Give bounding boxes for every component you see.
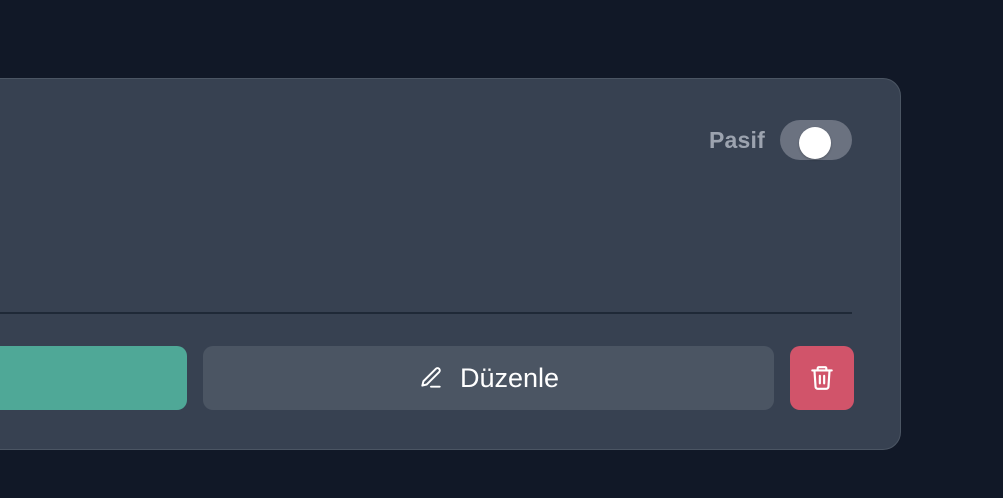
divider (0, 312, 852, 314)
edit-button-label: Düzenle (459, 362, 560, 393)
status-row: Pasif (709, 120, 852, 160)
trash-icon (809, 364, 835, 392)
item-card: Pasif rı Düzenle (0, 78, 901, 450)
edit-button[interactable]: Düzenle (203, 346, 774, 410)
status-toggle[interactable] (780, 120, 852, 160)
pencil-icon (418, 365, 444, 391)
delete-button[interactable] (790, 346, 854, 410)
toggle-knob (799, 127, 831, 159)
status-label: Pasif (709, 126, 765, 153)
primary-action-button[interactable]: rı (0, 346, 187, 410)
